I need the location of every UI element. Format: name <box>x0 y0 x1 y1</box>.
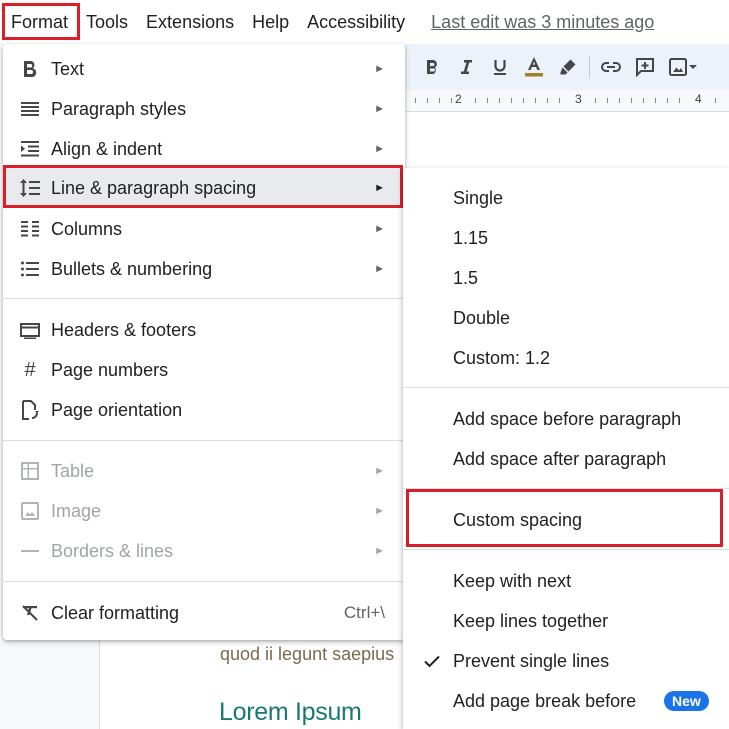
submenu-arrow-icon: ► <box>374 63 385 75</box>
underline-icon <box>494 60 506 75</box>
columns-icon <box>20 219 40 239</box>
new-badge: New <box>664 691 709 711</box>
bold-icon <box>427 60 437 74</box>
insert-image-button[interactable] <box>662 50 704 84</box>
submenu-arrow-icon: ► <box>374 263 385 275</box>
bold-button[interactable] <box>415 50 449 84</box>
add-page-break-before-option[interactable]: Add page break before New <box>403 681 729 721</box>
menu-item-paragraph-styles[interactable]: Paragraph styles ► <box>3 89 405 129</box>
insert-link-button[interactable] <box>594 50 628 84</box>
menu-item-bullets-numbering[interactable]: Bullets & numbering ► <box>3 249 405 289</box>
document-heading[interactable]: Lorem Ipsum <box>219 698 362 727</box>
spacing-option-1-15[interactable]: 1.15 <box>403 218 729 258</box>
menu-item-text[interactable]: Text ► <box>3 49 405 89</box>
submenu-arrow-icon: ► <box>374 223 385 235</box>
submenu-arrow-icon: ► <box>374 465 385 477</box>
menu-extensions[interactable]: Extensions <box>137 6 243 38</box>
add-space-after-paragraph[interactable]: Add space after paragraph <box>403 439 729 479</box>
menu-item-columns[interactable]: Columns ► <box>3 209 405 249</box>
table-icon <box>20 461 40 481</box>
submenu-divider <box>403 549 729 550</box>
spacing-option-custom-value[interactable]: Custom: 1.2 <box>403 338 729 378</box>
insert-image-icon <box>669 58 687 76</box>
clear-formatting-icon <box>20 603 40 623</box>
menu-item-clear-formatting[interactable]: Clear formatting Ctrl+\ <box>3 593 405 633</box>
add-space-before-paragraph[interactable]: Add space before paragraph <box>403 399 729 439</box>
menu-divider <box>3 440 405 441</box>
menu-tools[interactable]: Tools <box>77 6 137 38</box>
text-color-button[interactable] <box>517 50 551 84</box>
menu-item-align-indent[interactable]: Align & indent ► <box>3 129 405 169</box>
spacing-option-single[interactable]: Single <box>403 178 729 218</box>
menu-item-image[interactable]: Image ► <box>3 491 405 531</box>
spacing-option-1-5[interactable]: 1.5 <box>403 258 729 298</box>
custom-spacing-option[interactable]: Custom spacing <box>403 500 729 540</box>
menu-item-table[interactable]: Table ► <box>3 451 405 491</box>
submenu-arrow-icon: ► <box>374 505 385 517</box>
menu-item-line-paragraph-spacing[interactable]: Line & paragraph spacing ► <box>3 168 405 208</box>
underline-button[interactable] <box>483 50 517 84</box>
menu-divider <box>3 298 405 299</box>
italic-icon <box>461 60 472 74</box>
document-body-text[interactable]: quod ii legunt saepius <box>220 644 394 665</box>
menu-bar: Format Tools Extensions Help Accessibili… <box>0 0 729 44</box>
ruler-label: 2 <box>455 92 462 106</box>
line-spacing-icon <box>20 178 40 198</box>
paragraph-styles-icon <box>20 99 40 119</box>
menu-item-page-orientation[interactable]: Page orientation <box>3 390 405 430</box>
submenu-arrow-icon: ► <box>374 143 385 155</box>
ruler[interactable]: 2 3 4 <box>405 90 729 112</box>
keep-with-next-option[interactable]: Keep with next <box>403 561 729 601</box>
spacing-option-double[interactable]: Double <box>403 298 729 338</box>
header-footer-icon <box>20 320 40 340</box>
menu-item-headers-footers[interactable]: Headers & footers <box>3 310 405 350</box>
menu-accessibility[interactable]: Accessibility <box>298 6 414 38</box>
keep-lines-together-option[interactable]: Keep lines together <box>403 601 729 641</box>
ruler-label: 4 <box>695 92 702 106</box>
toolbar <box>405 44 729 90</box>
last-edit-link[interactable]: Last edit was 3 minutes ago <box>431 12 654 33</box>
hash-icon: # <box>24 358 36 381</box>
menu-divider <box>3 581 405 582</box>
page-orientation-icon <box>20 400 40 420</box>
menu-item-borders-lines[interactable]: Borders & lines ► <box>3 531 405 571</box>
add-comment-icon <box>636 58 654 77</box>
toolbar-separator <box>589 56 590 78</box>
submenu-divider <box>403 387 729 388</box>
menu-item-page-numbers[interactable]: # Page numbers <box>3 350 405 390</box>
shortcut-label: Ctrl+\ <box>343 603 385 622</box>
submenu-arrow-icon: ► <box>374 103 385 115</box>
format-menu: Text ► Paragraph styles ► Align & indent… <box>3 44 405 640</box>
text-color-icon <box>525 57 543 77</box>
prevent-single-lines-option[interactable]: Prevent single lines <box>403 641 729 681</box>
checkmark-icon <box>424 655 440 668</box>
border-line-icon <box>20 541 40 561</box>
italic-button[interactable] <box>449 50 483 84</box>
link-icon <box>601 62 621 72</box>
bulleted-list-icon <box>20 259 40 279</box>
add-comment-button[interactable] <box>628 50 662 84</box>
highlight-icon <box>560 59 576 75</box>
submenu-arrow-icon: ► <box>374 182 385 194</box>
menu-help[interactable]: Help <box>243 6 298 38</box>
format-menu-highlight-box <box>2 3 80 40</box>
submenu-arrow-icon: ► <box>374 545 385 557</box>
highlight-button[interactable] <box>551 50 585 84</box>
spacing-submenu: Single 1.15 1.5 Double Custom: 1.2 Add s… <box>403 168 729 729</box>
bold-icon <box>20 59 40 79</box>
chevron-down-icon <box>689 65 697 69</box>
ruler-label: 3 <box>575 92 582 106</box>
image-icon <box>20 501 40 521</box>
submenu-divider <box>403 488 729 489</box>
indent-icon <box>20 139 40 159</box>
